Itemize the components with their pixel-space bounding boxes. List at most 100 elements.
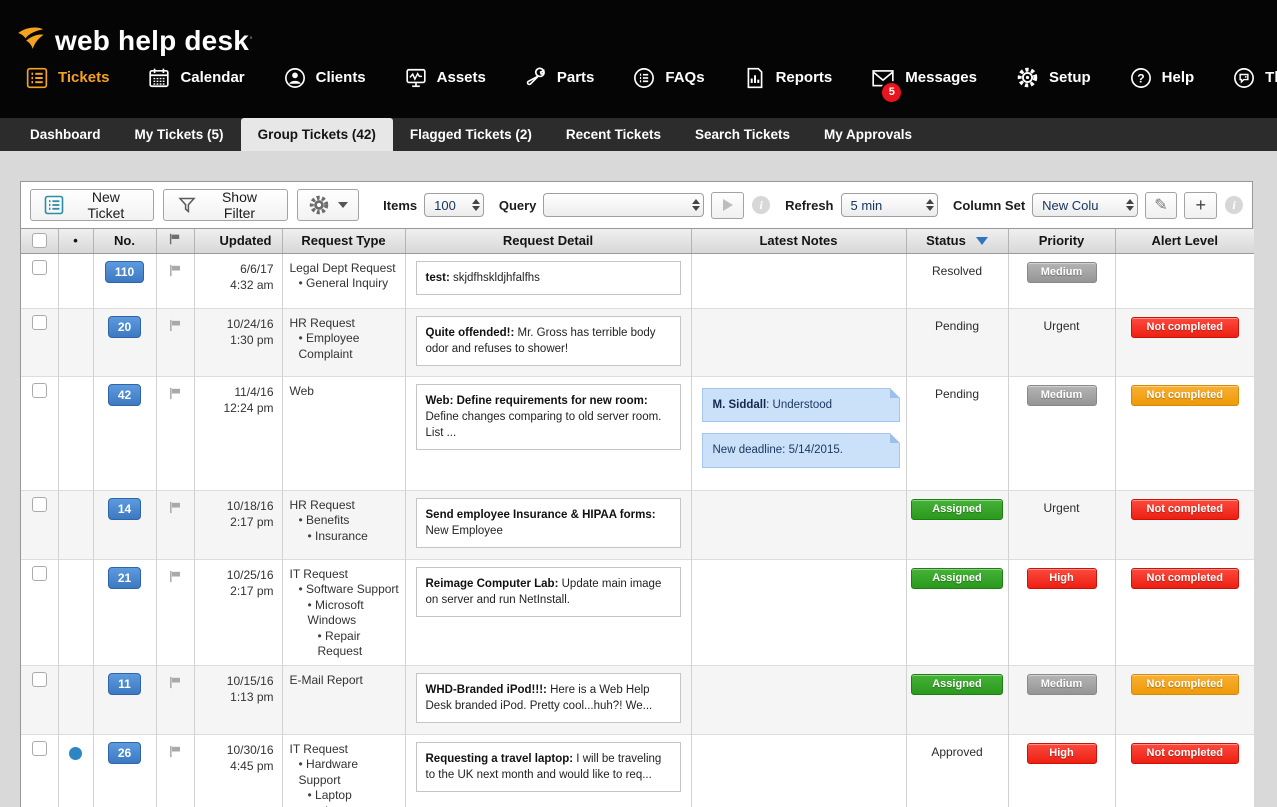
ticket-row: 11 10/15/161:13 pmE-Mail ReportWHD-Brand… xyxy=(21,665,1254,734)
logo-trademark: ' xyxy=(250,35,252,47)
priority-badge: High xyxy=(1027,568,1097,589)
logo-text: web help desk xyxy=(55,25,249,57)
request-detail-box[interactable]: Requesting a travel laptop: I will be tr… xyxy=(416,742,681,792)
status-badge: Assigned xyxy=(911,674,1003,695)
add-column-set-button[interactable]: + xyxy=(1184,192,1217,219)
priority-column-header[interactable]: Priority xyxy=(1008,229,1115,253)
request-detail-title: Requesting a travel laptop: xyxy=(426,753,574,765)
nav-item-label: Help xyxy=(1162,69,1195,86)
latest-note-bubble[interactable]: M. Siddall: Understood xyxy=(702,388,900,423)
nav-item-clients[interactable]: Clients xyxy=(284,67,366,89)
column-set-info-icon[interactable]: i xyxy=(1225,196,1243,214)
latest-note-bubble[interactable]: New deadline: 5/14/2015. xyxy=(702,433,900,468)
row-checkbox[interactable] xyxy=(32,260,47,275)
flag-icon[interactable] xyxy=(168,500,183,518)
refresh-select[interactable]: 5 min xyxy=(841,193,938,217)
flag-icon[interactable] xyxy=(168,675,183,693)
tab-my-tickets-5[interactable]: My Tickets (5) xyxy=(118,118,241,151)
table-settings-button[interactable] xyxy=(297,189,359,221)
calendar-icon xyxy=(148,67,170,89)
ticket-number-badge[interactable]: 11 xyxy=(108,673,141,695)
tab-recent-tickets[interactable]: Recent Tickets xyxy=(549,118,678,151)
request-detail-box[interactable]: Send employee Insurance & HIPAA forms: N… xyxy=(416,498,681,548)
stepper-icon xyxy=(1126,199,1134,211)
nav-item-faqs[interactable]: FAQs xyxy=(633,67,704,89)
updated-timestamp: 10/25/162:17 pm xyxy=(195,560,282,599)
updated-timestamp: 10/18/162:17 pm xyxy=(195,491,282,530)
request-type-line: E-Mail Report xyxy=(290,673,401,689)
flag-icon[interactable] xyxy=(168,569,183,587)
flag-icon[interactable] xyxy=(168,318,183,336)
faqs-icon xyxy=(633,67,655,89)
alert-level-column-header[interactable]: Alert Level xyxy=(1115,229,1254,253)
request-detail-box[interactable]: Quite offended!: Mr. Gross has terrible … xyxy=(416,316,681,366)
request-detail-column-header[interactable]: Request Detail xyxy=(405,229,691,253)
nav-item-messages[interactable]: Messages5 xyxy=(871,67,977,89)
unread-column-header[interactable]: • xyxy=(58,229,93,253)
nav-item-setup[interactable]: Setup xyxy=(1016,66,1091,89)
caret-down-icon xyxy=(338,202,348,208)
new-ticket-button[interactable]: New Ticket xyxy=(30,189,154,221)
request-detail-box[interactable]: Web: Define requirements for new room: D… xyxy=(416,384,681,450)
nav-item-reports[interactable]: Reports xyxy=(744,67,833,89)
edit-column-set-button[interactable]: ✎ xyxy=(1145,192,1178,219)
request-detail-box[interactable]: Reimage Computer Lab: Update main image … xyxy=(416,567,681,617)
nav-item-assets[interactable]: Assets xyxy=(405,67,486,89)
tab-dashboard[interactable]: Dashboard xyxy=(13,118,118,151)
stepper-icon xyxy=(692,199,700,211)
nav-item-thwack[interactable]: Thwack xyxy=(1233,67,1277,89)
ticket-number-badge[interactable]: 21 xyxy=(108,567,141,589)
table-header-row: • No. Updated Request Type Request Detai… xyxy=(21,229,1254,253)
updated-column-header[interactable]: Updated xyxy=(194,229,282,253)
row-checkbox[interactable] xyxy=(32,497,47,512)
latest-notes-column-header[interactable]: Latest Notes xyxy=(691,229,906,253)
ticket-number-badge[interactable]: 110 xyxy=(105,261,144,283)
request-detail-title: Send employee Insurance & HIPAA forms: xyxy=(426,509,656,521)
request-detail-box[interactable]: WHD-Branded iPod!!!: Here is a Web Help … xyxy=(416,673,681,723)
nav-item-tickets[interactable]: Tickets xyxy=(26,67,109,89)
priority-badge: High xyxy=(1027,743,1097,764)
column-set-select[interactable]: New Colu xyxy=(1032,193,1137,217)
query-select[interactable] xyxy=(543,193,704,217)
tab-group-tickets-42[interactable]: Group Tickets (42) xyxy=(241,118,393,151)
flag-column-header[interactable] xyxy=(156,229,194,253)
nav-item-calendar[interactable]: Calendar xyxy=(148,67,244,89)
status-badge: Assigned xyxy=(911,568,1003,589)
row-checkbox[interactable] xyxy=(32,672,47,687)
select-all-header[interactable] xyxy=(21,229,58,253)
show-filter-button[interactable]: Show Filter xyxy=(163,189,288,221)
row-checkbox[interactable] xyxy=(32,315,47,330)
tab-search-tickets[interactable]: Search Tickets xyxy=(678,118,807,151)
row-checkbox[interactable] xyxy=(32,566,47,581)
row-checkbox[interactable] xyxy=(32,741,47,756)
tab-flagged-tickets-2[interactable]: Flagged Tickets (2) xyxy=(393,118,549,151)
request-type-column-header[interactable]: Request Type xyxy=(282,229,405,253)
flag-icon[interactable] xyxy=(168,263,183,281)
tickets-table: • No. Updated Request Type Request Detai… xyxy=(21,229,1254,807)
priority-text: Urgent xyxy=(1043,319,1079,333)
status-text: Resolved xyxy=(932,264,982,278)
nav-item-label: FAQs xyxy=(665,69,704,86)
svg-text:?: ? xyxy=(1137,71,1144,85)
query-info-icon[interactable]: i xyxy=(752,196,770,214)
ticket-number-badge[interactable]: 42 xyxy=(108,384,141,406)
tab-label: My Approvals xyxy=(824,127,912,142)
tab-my-approvals[interactable]: My Approvals xyxy=(807,118,929,151)
select-all-checkbox[interactable] xyxy=(32,233,47,248)
ticket-tabs-bar: DashboardMy Tickets (5)Group Tickets (42… xyxy=(0,118,1277,151)
ticket-number-badge[interactable]: 26 xyxy=(108,742,141,764)
request-detail-box[interactable]: test: skjdfhskldjhfalfhs xyxy=(416,261,681,295)
priority-text: Urgent xyxy=(1043,501,1079,515)
row-checkbox[interactable] xyxy=(32,383,47,398)
ticket-number-badge[interactable]: 20 xyxy=(108,316,141,338)
top-header: web help desk' Tickets Calendar Clients … xyxy=(0,0,1277,118)
status-column-header[interactable]: Status xyxy=(906,229,1008,253)
no-column-header[interactable]: No. xyxy=(93,229,156,253)
nav-item-parts[interactable]: Parts xyxy=(525,67,595,89)
items-select[interactable]: 100 xyxy=(424,193,484,217)
ticket-number-badge[interactable]: 14 xyxy=(108,498,141,520)
flag-icon[interactable] xyxy=(168,744,183,762)
flag-icon[interactable] xyxy=(168,386,183,404)
run-query-button[interactable] xyxy=(711,192,744,219)
nav-item-help[interactable]: ? Help xyxy=(1130,67,1195,89)
